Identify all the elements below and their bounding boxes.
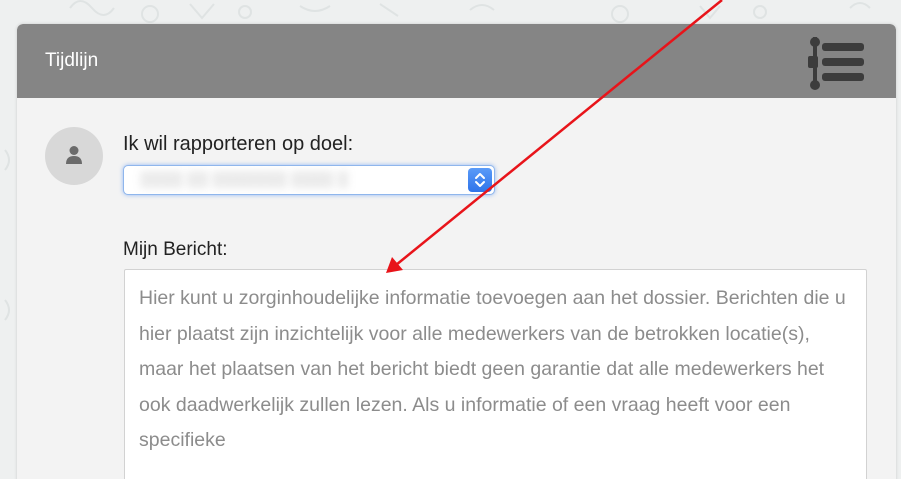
panel-title: Tijdlijn <box>45 50 99 71</box>
goal-label: Ik wil rapporteren op doel: <box>123 133 354 155</box>
goal-select-value: ░░░░ ░░ ░░░░░░░ ░░░░ ░ <box>140 171 348 188</box>
user-icon <box>66 146 82 164</box>
goal-select[interactable]: ░░░░ ░░ ░░░░░░░ ░░░░ ░ <box>123 165 495 195</box>
message-label: Mijn Bericht: <box>123 239 228 260</box>
timeline-panel: Tijdlijn Ik wil rapporteren op doel: ░░░… <box>17 24 896 479</box>
message-textarea[interactable]: Hier kunt u zorginhoudelijke informatie … <box>124 269 867 479</box>
avatar <box>45 127 103 185</box>
select-chevron-icon[interactable] <box>468 168 492 192</box>
panel-header: Tijdlijn <box>17 24 896 98</box>
timeline-icon[interactable] <box>804 33 868 93</box>
